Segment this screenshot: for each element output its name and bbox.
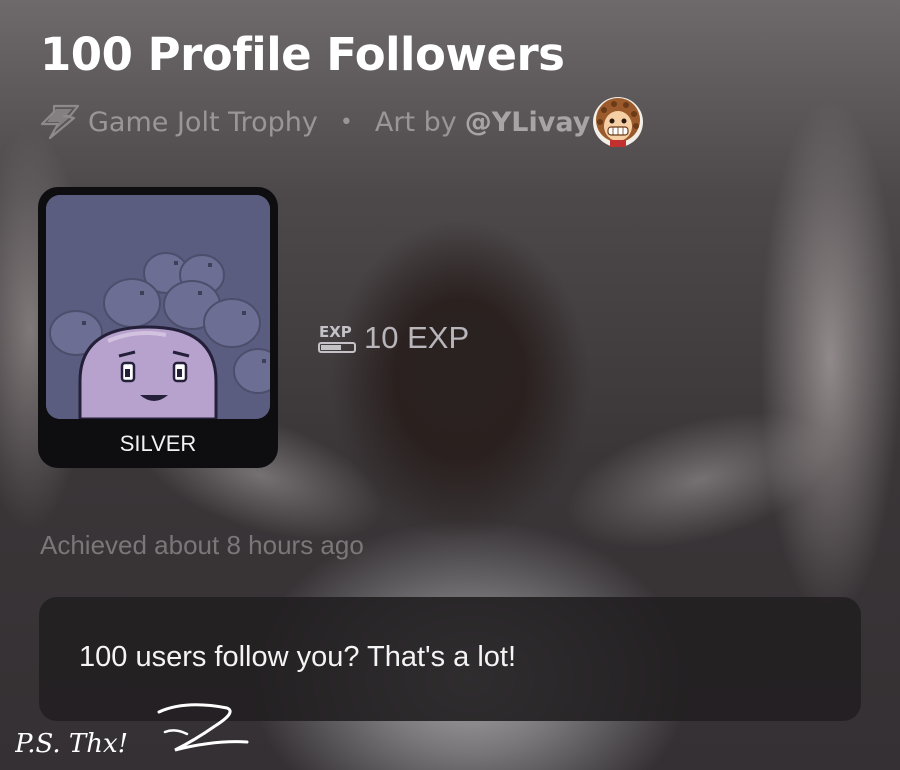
- trophy-title: 100 Profile Followers: [40, 28, 565, 81]
- artist-avatar[interactable]: [592, 96, 644, 148]
- exp-reward: EXP 10 EXP: [318, 320, 469, 356]
- artist-link[interactable]: @YLivay: [465, 107, 591, 138]
- trophy-description: 100 users follow you? That's a lot!: [79, 641, 517, 673]
- trophy-meta: Game Jolt Trophy • Art by @YLivay: [40, 96, 644, 148]
- lightning-bolt-icon: [40, 104, 80, 140]
- exp-icon-label: EXP: [319, 323, 352, 341]
- postscript-text: P.S. Thx!: [15, 729, 128, 759]
- meta-separator: •: [339, 109, 353, 135]
- trophy-art: [46, 195, 270, 419]
- trophy-tier: SILVER: [119, 431, 197, 456]
- postscript-signature: P.S. Thx!: [15, 703, 249, 759]
- trophy-image: [46, 195, 270, 419]
- achieved-time: Achieved about 8 hours ago: [40, 530, 364, 560]
- art-by-label: Art by: [374, 106, 457, 138]
- trophy-card: SILVER: [38, 187, 278, 468]
- exp-icon: EXP: [318, 323, 356, 353]
- exp-value: 10 EXP: [364, 320, 470, 355]
- trophy-source: Game Jolt Trophy: [88, 106, 318, 138]
